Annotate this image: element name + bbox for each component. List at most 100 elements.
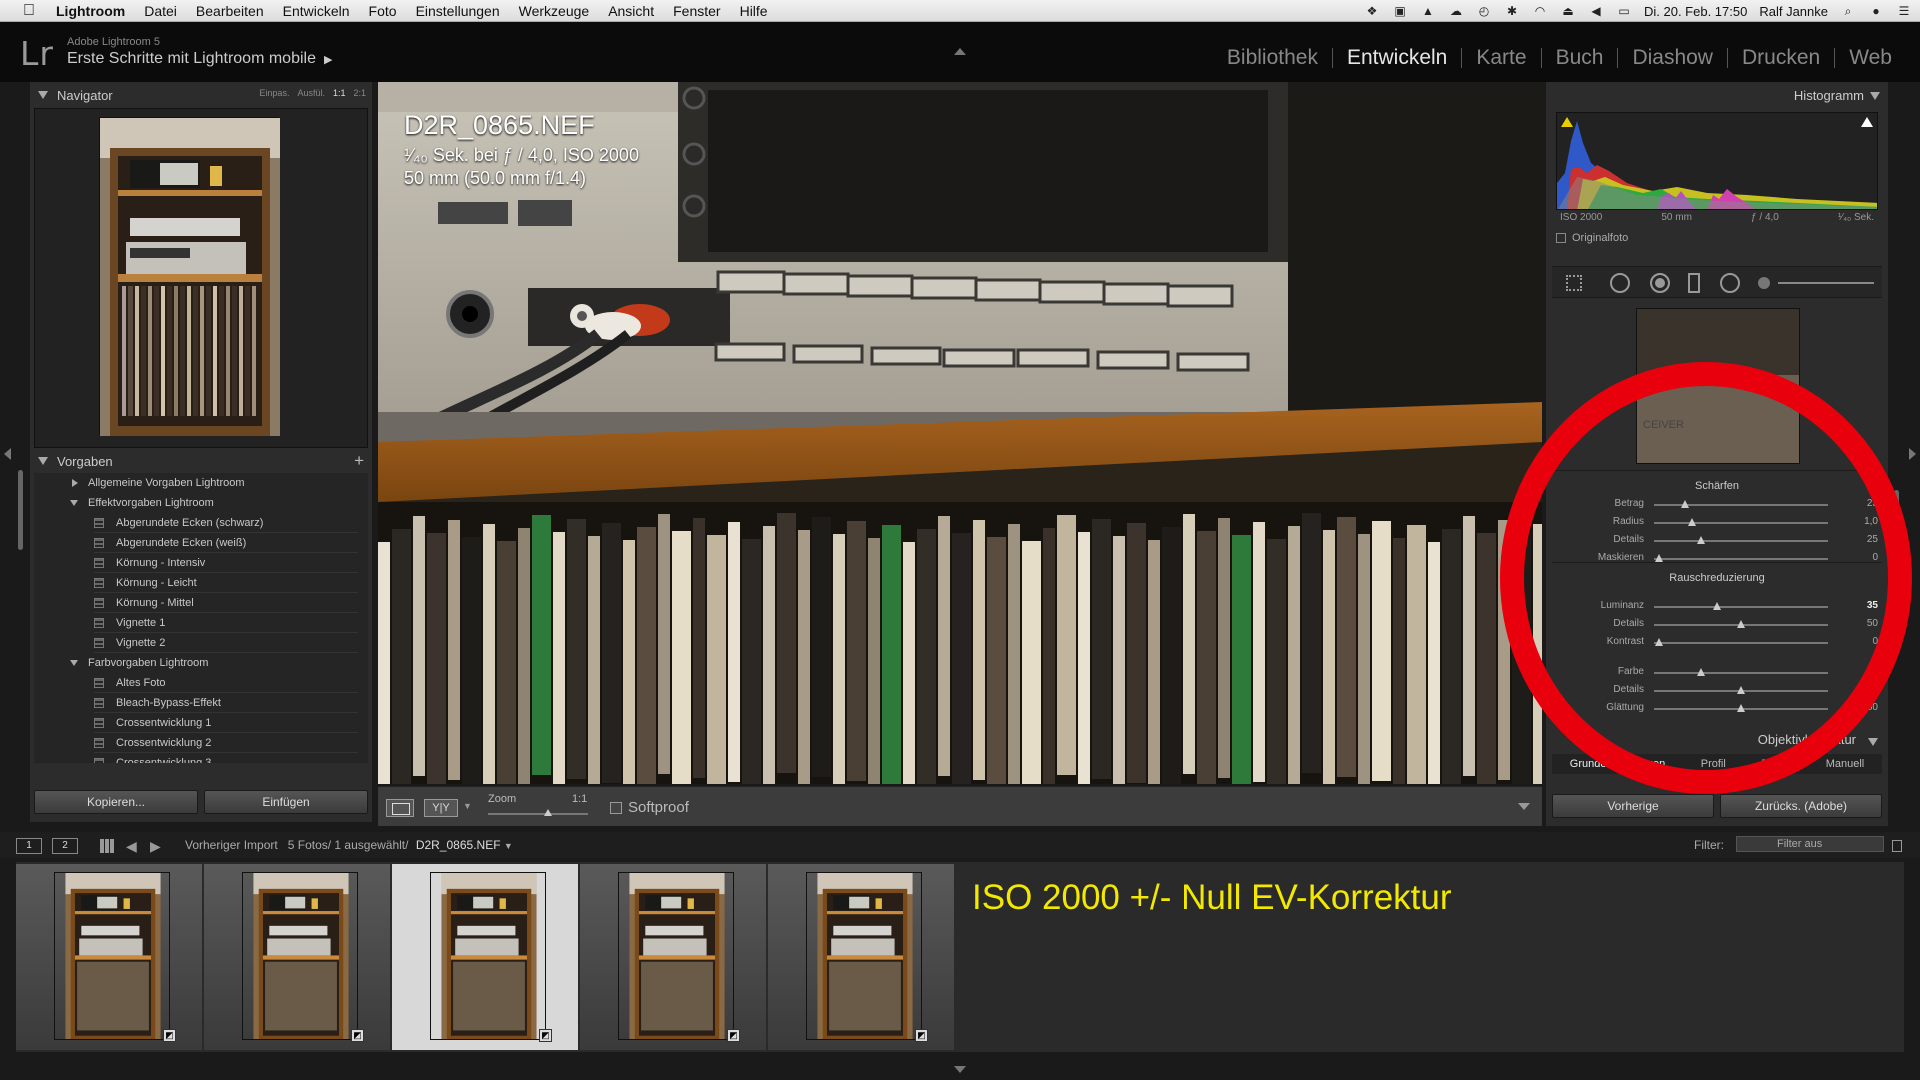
- preset-item[interactable]: Körnung - Intensiv: [34, 553, 368, 573]
- back-arrow-icon[interactable]: ◀: [126, 838, 137, 855]
- slider-knob[interactable]: [1696, 668, 1705, 676]
- preset-folder[interactable]: Farbvorgaben Lightroom: [34, 653, 368, 673]
- left-panel-scrollbar[interactable]: [18, 470, 23, 550]
- volume-icon[interactable]: ◀: [1588, 4, 1604, 18]
- graduated-filter-icon[interactable]: [1688, 273, 1700, 293]
- right-panel-scrollbar[interactable]: [1894, 490, 1899, 600]
- filmstrip-cell[interactable]: ◩: [392, 864, 578, 1050]
- develop-badge-icon[interactable]: ◩: [163, 1029, 176, 1042]
- histogram[interactable]: [1556, 112, 1878, 210]
- preset-folder[interactable]: Effektvorgaben Lightroom: [34, 493, 368, 513]
- filmstrip-cell[interactable]: ◩: [768, 864, 954, 1050]
- preset-folder[interactable]: Allgemeine Vorgaben Lightroom: [34, 473, 368, 493]
- filmstrip-cell[interactable]: ◩: [580, 864, 766, 1050]
- collapse-triangle-icon[interactable]: [38, 91, 48, 99]
- slider-value[interactable]: 50: [1834, 684, 1878, 695]
- module-drucken[interactable]: Drucken: [1728, 46, 1834, 70]
- zoom-slider-track[interactable]: [488, 813, 588, 815]
- screen-1-button[interactable]: 1: [16, 838, 42, 854]
- before-after-dropdown-icon[interactable]: ▼: [463, 801, 472, 811]
- collapse-triangle-icon[interactable]: [1870, 92, 1880, 100]
- battery-icon[interactable]: ▭: [1616, 4, 1632, 18]
- menu-hilfe[interactable]: Hilfe: [740, 3, 768, 19]
- right-panel-toggle-icon[interactable]: [1909, 448, 1916, 460]
- filmstrip-toggle-icon[interactable]: [954, 1066, 966, 1073]
- slider-value[interactable]: 50: [1834, 618, 1878, 629]
- slider-value[interactable]: 1,0: [1834, 516, 1878, 527]
- collapse-triangle-icon[interactable]: [38, 457, 48, 465]
- filmstrip-cell[interactable]: ◩: [16, 864, 202, 1050]
- zoom-2-1[interactable]: 2:1: [353, 88, 366, 98]
- menu-entwickeln[interactable]: Entwickeln: [283, 3, 350, 19]
- develop-badge-icon[interactable]: ◩: [915, 1029, 928, 1042]
- slider-track[interactable]: [1654, 606, 1828, 608]
- filmstrip-cell[interactable]: ◩: [204, 864, 390, 1050]
- expanded-triangle-icon[interactable]: [70, 660, 78, 666]
- slider-track[interactable]: [1654, 504, 1828, 506]
- menu-bearbeiten[interactable]: Bearbeiten: [196, 3, 264, 19]
- previous-settings-button[interactable]: Vorherige: [1552, 794, 1714, 818]
- bluetooth-icon[interactable]: ✱: [1504, 4, 1520, 18]
- tab-grundeinstellungen[interactable]: Grundeinstellungen: [1570, 758, 1665, 770]
- shadow-clipping-icon[interactable]: [1561, 117, 1573, 127]
- slider-knob[interactable]: [1712, 602, 1721, 610]
- adjustment-brush-icon[interactable]: [1758, 277, 1770, 289]
- menubar-clock[interactable]: Di. 20. Feb. 17:50: [1644, 4, 1747, 19]
- module-bibliothek[interactable]: Bibliothek: [1213, 46, 1332, 70]
- slider-value[interactable]: 25: [1834, 666, 1878, 677]
- preset-item[interactable]: Bleach-Bypass-Effekt: [34, 693, 368, 713]
- slider-knob[interactable]: [1655, 554, 1664, 562]
- expanded-triangle-icon[interactable]: [70, 500, 78, 506]
- preset-item[interactable]: Abgerundete Ecken (schwarz): [34, 513, 368, 533]
- tab-farbe[interactable]: Farbe: [1761, 758, 1790, 770]
- filmstrip-thumbnail[interactable]: [242, 872, 358, 1040]
- module-karte[interactable]: Karte: [1462, 46, 1540, 70]
- filmstrip-thumbnail[interactable]: [618, 872, 734, 1040]
- navigator-image[interactable]: [99, 117, 280, 436]
- original-photo-checkbox[interactable]: [1556, 233, 1566, 243]
- radial-filter-icon[interactable]: [1720, 273, 1740, 293]
- filmstrip-thumbnail[interactable]: [54, 872, 170, 1040]
- preset-item[interactable]: Vignette 2: [34, 633, 368, 653]
- detail-preview[interactable]: CEIVER: [1636, 308, 1800, 464]
- slider-track[interactable]: [1654, 672, 1828, 674]
- copy-settings-button[interactable]: Kopieren...: [34, 790, 198, 814]
- before-after-button[interactable]: Y|Y: [424, 799, 458, 817]
- time-machine-icon[interactable]: ◴: [1476, 4, 1492, 18]
- preset-item[interactable]: Crossentwicklung 3: [34, 753, 368, 763]
- slider-value[interactable]: 25: [1834, 534, 1878, 545]
- develop-badge-icon[interactable]: ◩: [539, 1029, 552, 1042]
- slider-knob[interactable]: [1737, 620, 1745, 628]
- add-preset-icon[interactable]: +: [354, 451, 364, 471]
- tab-profil[interactable]: Profil: [1701, 758, 1726, 770]
- screen-2-button[interactable]: 2: [52, 838, 78, 854]
- drive-icon[interactable]: ▲: [1420, 4, 1436, 18]
- slider-knob[interactable]: [1688, 518, 1697, 526]
- preset-item[interactable]: Crossentwicklung 2: [34, 733, 368, 753]
- slider-value[interactable]: 25: [1834, 498, 1878, 509]
- highlight-clipping-icon[interactable]: [1861, 117, 1873, 127]
- cloud-icon[interactable]: ☁: [1448, 4, 1464, 18]
- siri-icon[interactable]: ●: [1868, 4, 1884, 18]
- slider-knob[interactable]: [1655, 638, 1664, 646]
- develop-badge-icon[interactable]: ◩: [727, 1029, 740, 1042]
- original-photo-toggle[interactable]: Originalfoto: [1556, 232, 1628, 244]
- menubar-user[interactable]: Ralf Jannke: [1759, 4, 1828, 19]
- menu-app[interactable]: Lightroom: [56, 3, 125, 19]
- navigator-preview[interactable]: [34, 108, 368, 448]
- forward-arrow-icon[interactable]: ▶: [150, 838, 161, 855]
- slider-track[interactable]: [1654, 522, 1828, 524]
- zoom-1-1[interactable]: 1:1: [333, 88, 346, 98]
- filter-lock-icon[interactable]: [1892, 840, 1902, 852]
- module-web[interactable]: Web: [1835, 46, 1906, 70]
- notification-icon[interactable]: ▣: [1392, 4, 1408, 18]
- identity-title[interactable]: Erste Schritte mit Lightroom mobile ▶: [67, 50, 332, 68]
- preset-item[interactable]: Vignette 1: [34, 613, 368, 633]
- slider-track[interactable]: [1654, 558, 1828, 560]
- collapse-triangle-icon[interactable]: [1868, 738, 1878, 746]
- top-panel-toggle-icon[interactable]: [954, 48, 966, 55]
- module-entwickeln[interactable]: Entwickeln: [1333, 46, 1461, 70]
- slider-track[interactable]: [1654, 642, 1828, 644]
- paste-settings-button[interactable]: Einfügen: [204, 790, 368, 814]
- collapsed-triangle-icon[interactable]: [72, 479, 78, 487]
